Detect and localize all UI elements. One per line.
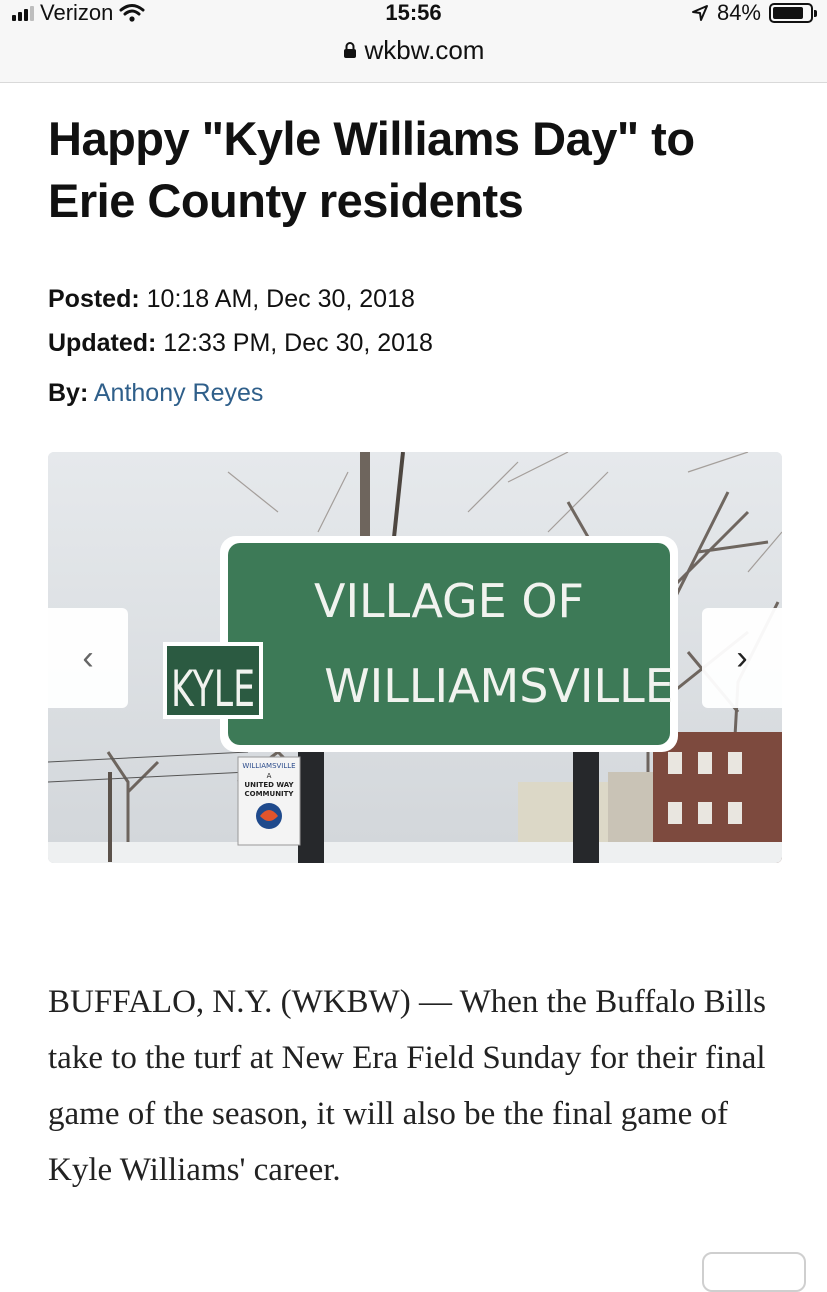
small-sign-line-4: COMMUNITY [244, 790, 294, 798]
location-icon [691, 5, 708, 21]
updated-line: Updated: 12:33 PM, Dec 30, 2018 [48, 328, 433, 358]
carousel-next-button[interactable]: › [702, 608, 782, 708]
posted-line: Posted: 10:18 AM, Dec 30, 2018 [48, 284, 415, 314]
updated-label: Updated: [48, 329, 157, 357]
sign-photo-image: VILLAGE OF WILLIAMSVILLE KYLE WILLIAMSVI… [48, 452, 782, 863]
lock-icon [343, 42, 356, 58]
status-right: 84% [691, 0, 817, 26]
small-sign-line-1: WILLIAMSVILLE [242, 762, 295, 770]
battery-icon [769, 3, 817, 23]
posted-label: Posted: [48, 285, 140, 313]
article-body: BUFFALO, N.Y. (WKBW) — When the Buffalo … [48, 984, 767, 1188]
article-headline: Happy "Kyle Williams Day" to Erie County… [48, 112, 695, 227]
battery-fill [773, 7, 804, 19]
article-photo: VILLAGE OF WILLIAMSVILLE KYLE WILLIAMSVI… [48, 452, 782, 863]
sign-line-1: VILLAGE OF [314, 574, 584, 628]
battery-percent: 84% [716, 0, 761, 25]
small-sign-line-3: UNITED WAY [244, 781, 294, 789]
chevron-left-icon: ‹ [82, 638, 94, 677]
kyle-sticker-text: KYLE [171, 660, 255, 718]
small-sign-line-2: A [267, 772, 272, 780]
updated-value: 12:33 PM, Dec 30, 2018 [163, 329, 433, 357]
url-text: wkbw.com [364, 34, 485, 65]
close-ad-button[interactable] [702, 1252, 806, 1292]
status-bar: Verizon 15:56 84% wkbw.com [0, 0, 827, 83]
posted-value: 10:18 AM, Dec 30, 2018 [146, 285, 415, 313]
sign-line-2: WILLIAMSVILLE [324, 659, 674, 713]
byline: By: Anthony Reyes [48, 378, 263, 408]
chevron-right-icon: › [736, 638, 748, 677]
by-label: By: [48, 379, 89, 407]
carousel-prev-button[interactable]: ‹ [48, 608, 128, 708]
author-link[interactable]: Anthony Reyes [94, 379, 264, 407]
address-bar[interactable]: wkbw.com [0, 30, 827, 70]
